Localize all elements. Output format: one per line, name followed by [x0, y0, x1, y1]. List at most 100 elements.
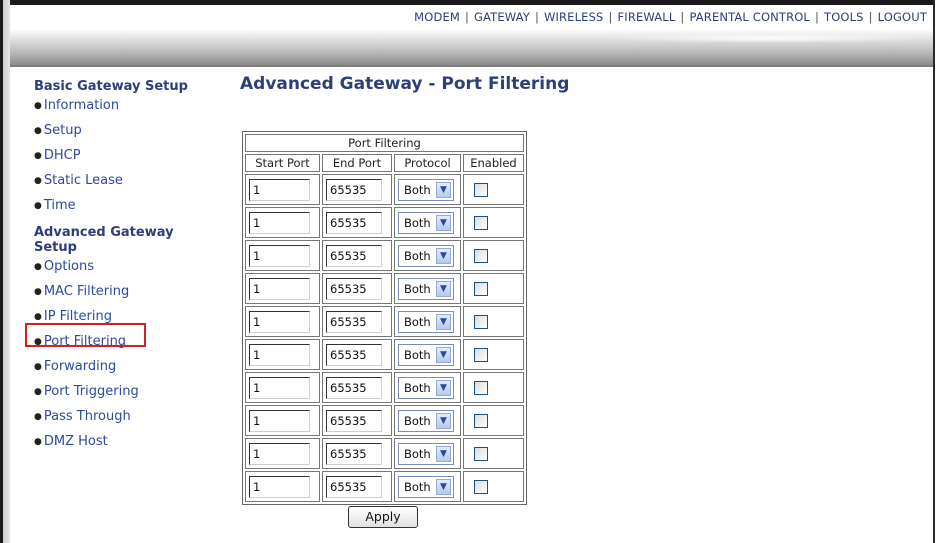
sidebar-item-dhcp[interactable]: ● DHCP	[34, 144, 224, 169]
chevron-down-icon[interactable]: ▼	[436, 346, 451, 363]
sidebar-item-label: DHCP	[43, 148, 81, 163]
protocol-select-value: Both	[404, 347, 431, 362]
nav-link-wireless[interactable]: WIRELESS	[544, 10, 604, 24]
nav-separator: |	[814, 10, 820, 24]
enabled-checkbox[interactable]	[474, 479, 488, 494]
nav-separator: |	[608, 10, 613, 24]
enabled-checkbox[interactable]	[474, 248, 488, 263]
sidebar-item-mac-filtering[interactable]: ● MAC Filtering	[34, 280, 224, 305]
start-port-input[interactable]: 1	[249, 310, 310, 333]
end-port-input[interactable]: 65535	[326, 475, 382, 498]
chevron-down-icon[interactable]: ▼	[436, 247, 451, 264]
protocol-select[interactable]: Both ▼	[398, 244, 454, 267]
protocol-select[interactable]: Both ▼	[398, 211, 454, 234]
chevron-down-icon[interactable]: ▼	[436, 280, 451, 297]
apply-button[interactable]: Apply	[348, 506, 418, 528]
nav-link-parental-control[interactable]: PARENTAL CONTROL	[689, 10, 810, 24]
sidebar: Basic Gateway Setup ● Information ● Setup ● D…	[34, 79, 224, 455]
sidebar-item-label: IP Filtering	[43, 309, 112, 324]
enabled-checkbox[interactable]	[474, 314, 488, 329]
nav-separator: |	[464, 10, 469, 24]
nav-separator: |	[868, 10, 873, 24]
sidebar-heading-advanced: Advanced Gateway Setup	[34, 225, 224, 255]
protocol-select[interactable]: Both ▼	[398, 475, 454, 498]
start-port-input[interactable]: 1	[249, 244, 310, 267]
table-row: 1 65535 Both ▼	[245, 306, 524, 337]
protocol-select[interactable]: Both ▼	[398, 376, 454, 399]
table-row: 1 65535 Both ▼	[245, 240, 524, 271]
sidebar-item-forwarding[interactable]: ● Forwarding	[34, 355, 224, 380]
cell-end-port: 65535	[322, 174, 392, 205]
bullet-icon: ●	[34, 437, 42, 447]
cell-start-port: 1	[245, 273, 320, 304]
end-port-input[interactable]: 65535	[326, 178, 382, 201]
sidebar-item-time[interactable]: ● Time	[34, 194, 224, 219]
nav-separator: |	[534, 10, 539, 24]
cell-end-port: 65535	[322, 471, 392, 502]
nav-link-gateway[interactable]: GATEWAY	[474, 10, 530, 24]
enabled-checkbox[interactable]	[474, 380, 488, 395]
sidebar-item-port-triggering[interactable]: ● Port Triggering	[34, 380, 224, 405]
chevron-down-icon[interactable]: ▼	[436, 379, 451, 396]
chevron-down-icon[interactable]: ▼	[436, 313, 451, 330]
chevron-down-icon[interactable]: ▼	[436, 181, 451, 198]
nav-link-modem[interactable]: MODEM	[414, 10, 460, 24]
protocol-select[interactable]: Both ▼	[398, 442, 454, 465]
protocol-select-value: Both	[404, 413, 431, 428]
table-row: 1 65535 Both ▼	[245, 339, 524, 370]
cell-protocol: Both ▼	[394, 273, 461, 304]
sidebar-item-pass-through[interactable]: ● Pass Through	[34, 405, 224, 430]
start-port-input[interactable]: 1	[249, 343, 310, 366]
cell-start-port: 1	[245, 372, 320, 403]
chevron-down-icon[interactable]: ▼	[436, 214, 451, 231]
enabled-checkbox[interactable]	[474, 215, 488, 230]
start-port-input[interactable]: 1	[249, 442, 310, 465]
end-port-input[interactable]: 65535	[326, 310, 382, 333]
enabled-checkbox[interactable]	[474, 281, 488, 296]
sidebar-item-information[interactable]: ● Information	[34, 94, 224, 119]
nav-link-tools[interactable]: TOOLS	[824, 10, 864, 24]
end-port-input[interactable]: 65535	[326, 409, 382, 432]
protocol-select[interactable]: Both ▼	[398, 343, 454, 366]
protocol-select[interactable]: Both ▼	[398, 178, 454, 201]
end-port-input[interactable]: 65535	[326, 442, 382, 465]
end-port-input[interactable]: 65535	[326, 376, 382, 399]
start-port-input[interactable]: 1	[249, 178, 310, 201]
protocol-select[interactable]: Both ▼	[398, 310, 454, 333]
sidebar-item-static-lease[interactable]: ● Static Lease	[34, 169, 224, 194]
start-port-input[interactable]: 1	[249, 211, 310, 234]
end-port-input[interactable]: 65535	[326, 244, 382, 267]
enabled-checkbox[interactable]	[474, 446, 488, 461]
protocol-select[interactable]: Both ▼	[398, 409, 454, 432]
sidebar-item-dmz-host[interactable]: ● DMZ Host	[34, 430, 224, 455]
sidebar-item-setup[interactable]: ● Setup	[34, 119, 224, 144]
end-port-input[interactable]: 65535	[326, 211, 382, 234]
enabled-checkbox[interactable]	[474, 182, 488, 197]
cell-end-port: 65535	[322, 207, 392, 238]
sidebar-item-options[interactable]: ● Options	[34, 255, 224, 280]
start-port-input[interactable]: 1	[249, 376, 310, 399]
sidebar-heading-basic: Basic Gateway Setup	[34, 79, 188, 94]
cell-enabled	[463, 240, 524, 271]
nav-link-logout[interactable]: LOGOUT	[878, 10, 927, 24]
table-row: 1 65535 Both ▼	[245, 471, 524, 502]
enabled-checkbox[interactable]	[474, 413, 488, 428]
chevron-down-icon[interactable]: ▼	[436, 412, 451, 429]
chevron-down-icon[interactable]: ▼	[436, 445, 451, 462]
start-port-input[interactable]: 1	[249, 277, 310, 300]
cell-enabled	[463, 273, 524, 304]
start-port-input[interactable]: 1	[249, 409, 310, 432]
cell-enabled	[463, 207, 524, 238]
end-port-input[interactable]: 65535	[326, 343, 382, 366]
cell-enabled	[463, 438, 524, 469]
table-header-row: Start Port End Port Protocol Enabled	[245, 154, 524, 172]
protocol-select[interactable]: Both ▼	[398, 277, 454, 300]
sidebar-item-label: Time	[43, 198, 76, 213]
end-port-input[interactable]: 65535	[326, 277, 382, 300]
cell-protocol: Both ▼	[394, 372, 461, 403]
start-port-input[interactable]: 1	[249, 475, 310, 498]
banner-divider	[10, 65, 933, 67]
chevron-down-icon[interactable]: ▼	[436, 478, 451, 495]
nav-link-firewall[interactable]: FIREWALL	[618, 10, 676, 24]
enabled-checkbox[interactable]	[474, 347, 488, 362]
